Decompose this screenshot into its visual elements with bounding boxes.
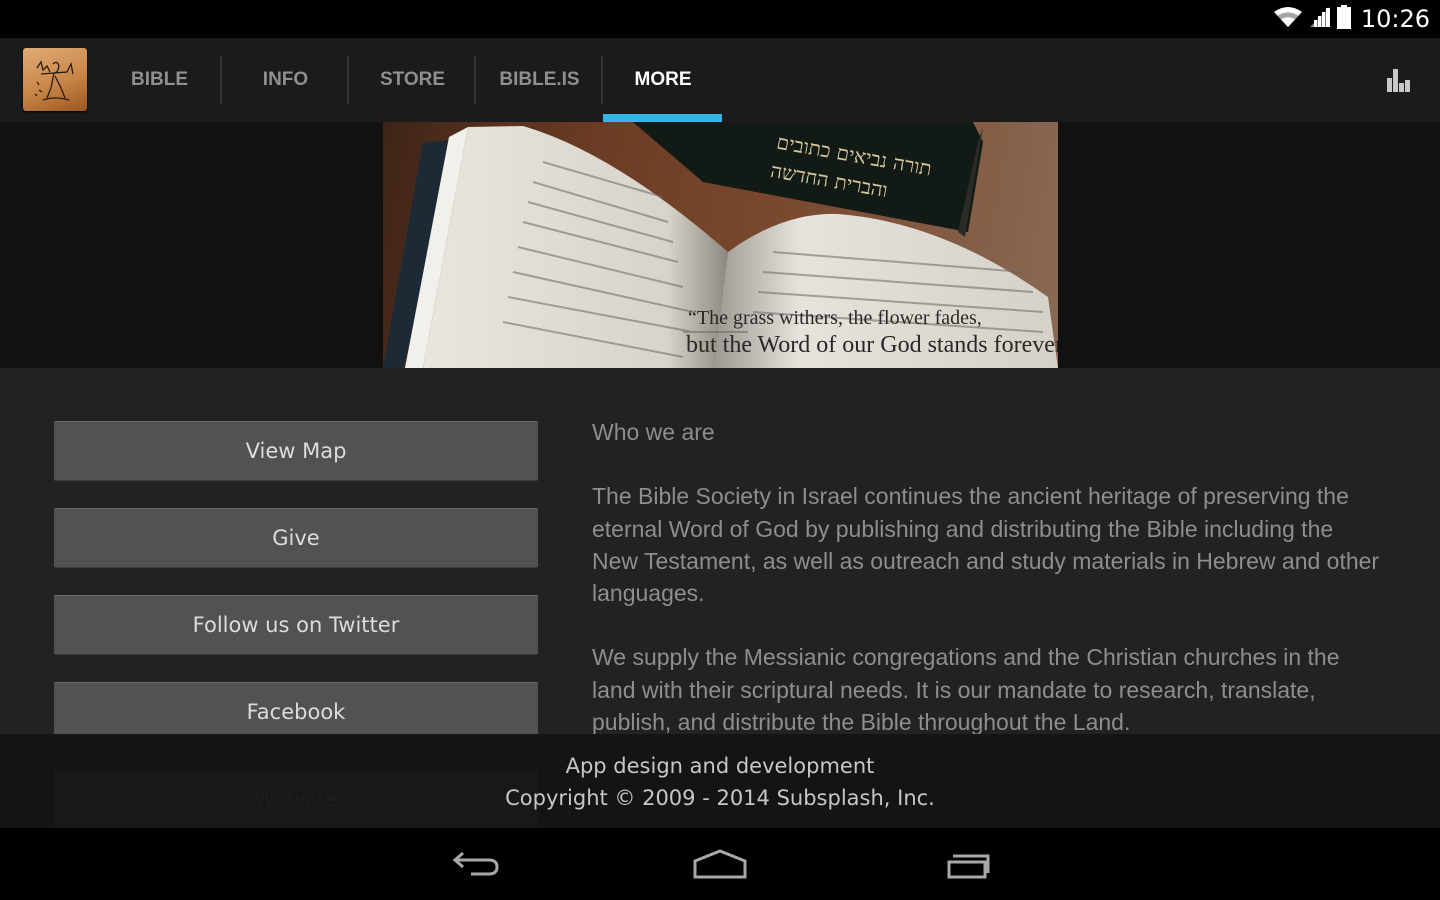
clock: 10:26 — [1360, 5, 1430, 33]
home-button[interactable] — [685, 842, 755, 886]
banner-area: תורה נביאים כתובים והברית החדשה “The gra… — [0, 122, 1440, 368]
tab-label: MORE — [634, 69, 692, 90]
prophet-illustration-icon — [34, 60, 74, 101]
tab-bar: BIBLE INFO STORE BIBLE.IS MORE — [97, 38, 723, 122]
recent-apps-button[interactable] — [929, 842, 999, 886]
battery-icon — [1336, 4, 1351, 34]
action-bar: BIBLE INFO STORE BIBLE.IS MORE — [0, 38, 1440, 122]
tab-store[interactable]: STORE — [349, 38, 476, 122]
tab-label: INFO — [262, 69, 309, 90]
quote-line2: but the Word of our God stands forever” — [686, 332, 1058, 358]
status-bar: 10:26 — [0, 0, 1440, 38]
bar-chart-icon — [1387, 69, 1410, 92]
footer-credits: App design and development Copyright © 2… — [0, 750, 1440, 814]
banner-image: תורה נביאים כתובים והברית החדשה “The gra… — [383, 122, 1058, 368]
home-icon — [693, 849, 747, 879]
status-icons: 10:26 — [1273, 0, 1430, 38]
bar-chart-button[interactable] — [1384, 66, 1414, 94]
about-paragraph: The Bible Society in Israel continues th… — [592, 483, 1380, 607]
give-button[interactable]: Give — [54, 508, 538, 568]
wifi-icon — [1273, 6, 1303, 33]
tab-info[interactable]: INFO — [222, 38, 349, 122]
footer-line1: App design and development — [565, 754, 875, 778]
active-tab-indicator — [603, 114, 722, 122]
tab-label: BIBLE.IS — [499, 69, 580, 90]
tab-label: STORE — [379, 69, 446, 90]
about-heading: Who we are — [592, 419, 715, 445]
about-section: Who we are The Bible Society in Israel c… — [592, 416, 1382, 734]
tab-label: BIBLE — [131, 69, 188, 90]
signal-icon — [1309, 6, 1331, 33]
recent-apps-icon — [947, 854, 990, 879]
back-icon — [452, 851, 499, 876]
facebook-button[interactable]: Facebook — [54, 682, 538, 734]
back-button[interactable] — [442, 842, 512, 886]
footer-copyright: Copyright © 2009 - 2014 Subsplash, Inc. — [505, 786, 935, 810]
open-bible-illustration: תורה נביאים כתובים והברית החדשה “The gra… — [383, 122, 1058, 368]
tab-bible-is[interactable]: BIBLE.IS — [476, 38, 603, 122]
system-nav-bar — [0, 828, 1440, 900]
view-map-button[interactable]: View Map — [54, 421, 538, 481]
about-paragraph: We supply the Messianic congregations an… — [592, 644, 1340, 734]
app-logo[interactable] — [23, 48, 87, 111]
tab-more[interactable]: MORE — [603, 38, 723, 122]
tab-bible[interactable]: BIBLE — [97, 38, 222, 122]
footer: Website App design and development Copyr… — [0, 734, 1440, 828]
main-content: View Map Give Follow us on Twitter Faceb… — [0, 368, 1440, 734]
quote-line1: “The grass withers, the flower fades, — [688, 307, 982, 329]
twitter-button[interactable]: Follow us on Twitter — [54, 595, 538, 655]
